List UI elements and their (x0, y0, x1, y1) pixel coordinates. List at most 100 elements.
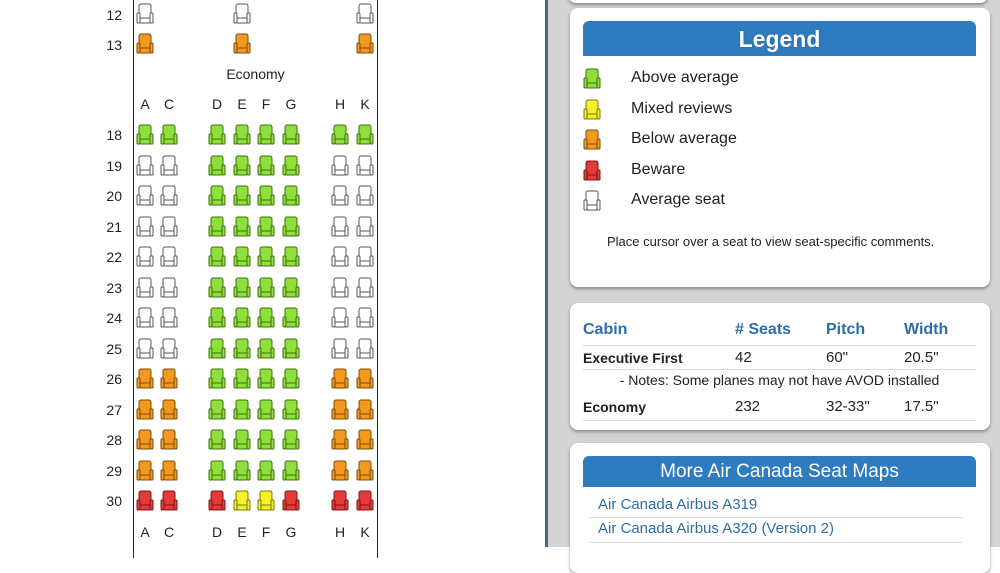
seat-25D-above[interactable] (208, 338, 226, 360)
seat-23A-average[interactable] (136, 277, 154, 299)
seat-25K-average[interactable] (356, 338, 374, 360)
seat-29G-above[interactable] (282, 460, 300, 482)
seat-25C-average[interactable] (160, 338, 178, 360)
seat-24K-average[interactable] (356, 307, 374, 329)
seat-20H-average[interactable] (331, 185, 349, 207)
seat-30K-beware[interactable] (356, 490, 374, 512)
seat-25E-above[interactable] (233, 338, 251, 360)
seat-18C-above[interactable] (160, 124, 178, 146)
seat-26A-below[interactable] (136, 368, 154, 390)
seat-23K-average[interactable] (356, 277, 374, 299)
seat-27H-below[interactable] (331, 399, 349, 421)
seat-25G-above[interactable] (282, 338, 300, 360)
seat-21D-above[interactable] (208, 216, 226, 238)
seat-27G-above[interactable] (282, 399, 300, 421)
seat-22E-above[interactable] (233, 246, 251, 268)
seat-28H-below[interactable] (331, 429, 349, 451)
seat-20F-above[interactable] (257, 185, 275, 207)
seat-26H-below[interactable] (331, 368, 349, 390)
seat-23F-above[interactable] (257, 277, 275, 299)
seat-19F-above[interactable] (257, 155, 275, 177)
seat-29K-below[interactable] (356, 460, 374, 482)
seat-29F-above[interactable] (257, 460, 275, 482)
seat-29A-below[interactable] (136, 460, 154, 482)
seat-24C-average[interactable] (160, 307, 178, 329)
seat-24A-average[interactable] (136, 307, 154, 329)
seat-30D-beware[interactable] (208, 490, 226, 512)
seat-26F-above[interactable] (257, 368, 275, 390)
map-link-a319[interactable]: Air Canada Airbus A319 (598, 496, 757, 513)
seat-24D-above[interactable] (208, 307, 226, 329)
seat-19A-average[interactable] (136, 155, 154, 177)
seat-28A-below[interactable] (136, 429, 154, 451)
seat-28D-above[interactable] (208, 429, 226, 451)
seat-13E-below[interactable] (233, 33, 251, 55)
seat-21C-average[interactable] (160, 216, 178, 238)
seat-21K-average[interactable] (356, 216, 374, 238)
seat-20A-average[interactable] (136, 185, 154, 207)
seat-22D-above[interactable] (208, 246, 226, 268)
seat-22F-above[interactable] (257, 246, 275, 268)
seat-25H-average[interactable] (331, 338, 349, 360)
seat-23D-above[interactable] (208, 277, 226, 299)
seat-27F-above[interactable] (257, 399, 275, 421)
seat-24G-above[interactable] (282, 307, 300, 329)
seat-30E-mixed[interactable] (233, 490, 251, 512)
seat-25F-above[interactable] (257, 338, 275, 360)
seat-18H-above[interactable] (331, 124, 349, 146)
seat-25A-average[interactable] (136, 338, 154, 360)
seat-29E-above[interactable] (233, 460, 251, 482)
seat-30H-beware[interactable] (331, 490, 349, 512)
seat-28K-below[interactable] (356, 429, 374, 451)
seat-22C-average[interactable] (160, 246, 178, 268)
seat-21G-above[interactable] (282, 216, 300, 238)
seat-18G-above[interactable] (282, 124, 300, 146)
seat-18F-above[interactable] (257, 124, 275, 146)
seat-30F-mixed[interactable] (257, 490, 275, 512)
seat-28C-below[interactable] (160, 429, 178, 451)
seat-27A-below[interactable] (136, 399, 154, 421)
seat-20C-average[interactable] (160, 185, 178, 207)
seat-18A-above[interactable] (136, 124, 154, 146)
seat-23C-average[interactable] (160, 277, 178, 299)
seat-24F-above[interactable] (257, 307, 275, 329)
seat-12K-average[interactable] (356, 3, 374, 25)
seat-20G-above[interactable] (282, 185, 300, 207)
seat-22G-above[interactable] (282, 246, 300, 268)
seat-26K-below[interactable] (356, 368, 374, 390)
seat-27K-below[interactable] (356, 399, 374, 421)
seat-27E-above[interactable] (233, 399, 251, 421)
seat-24E-above[interactable] (233, 307, 251, 329)
seat-20D-above[interactable] (208, 185, 226, 207)
seat-19K-average[interactable] (356, 155, 374, 177)
seat-28E-above[interactable] (233, 429, 251, 451)
seat-19G-above[interactable] (282, 155, 300, 177)
seat-26E-above[interactable] (233, 368, 251, 390)
seat-13K-below[interactable] (356, 33, 374, 55)
seat-22A-average[interactable] (136, 246, 154, 268)
seat-19D-above[interactable] (208, 155, 226, 177)
seat-29D-above[interactable] (208, 460, 226, 482)
seat-23G-above[interactable] (282, 277, 300, 299)
seat-30A-beware[interactable] (136, 490, 154, 512)
seat-27C-below[interactable] (160, 399, 178, 421)
seat-21F-above[interactable] (257, 216, 275, 238)
seat-19C-average[interactable] (160, 155, 178, 177)
seat-30G-beware[interactable] (282, 490, 300, 512)
seat-21A-average[interactable] (136, 216, 154, 238)
seat-22K-average[interactable] (356, 246, 374, 268)
seat-19H-average[interactable] (331, 155, 349, 177)
seat-26G-above[interactable] (282, 368, 300, 390)
seat-29H-below[interactable] (331, 460, 349, 482)
seat-20E-above[interactable] (233, 185, 251, 207)
seat-23E-above[interactable] (233, 277, 251, 299)
seat-30C-beware[interactable] (160, 490, 178, 512)
seat-23H-average[interactable] (331, 277, 349, 299)
seat-24H-average[interactable] (331, 307, 349, 329)
seat-26C-below[interactable] (160, 368, 178, 390)
seat-27D-above[interactable] (208, 399, 226, 421)
seat-12E-average[interactable] (233, 3, 251, 25)
seat-13A-below[interactable] (136, 33, 154, 55)
seat-26D-above[interactable] (208, 368, 226, 390)
seat-20K-average[interactable] (356, 185, 374, 207)
